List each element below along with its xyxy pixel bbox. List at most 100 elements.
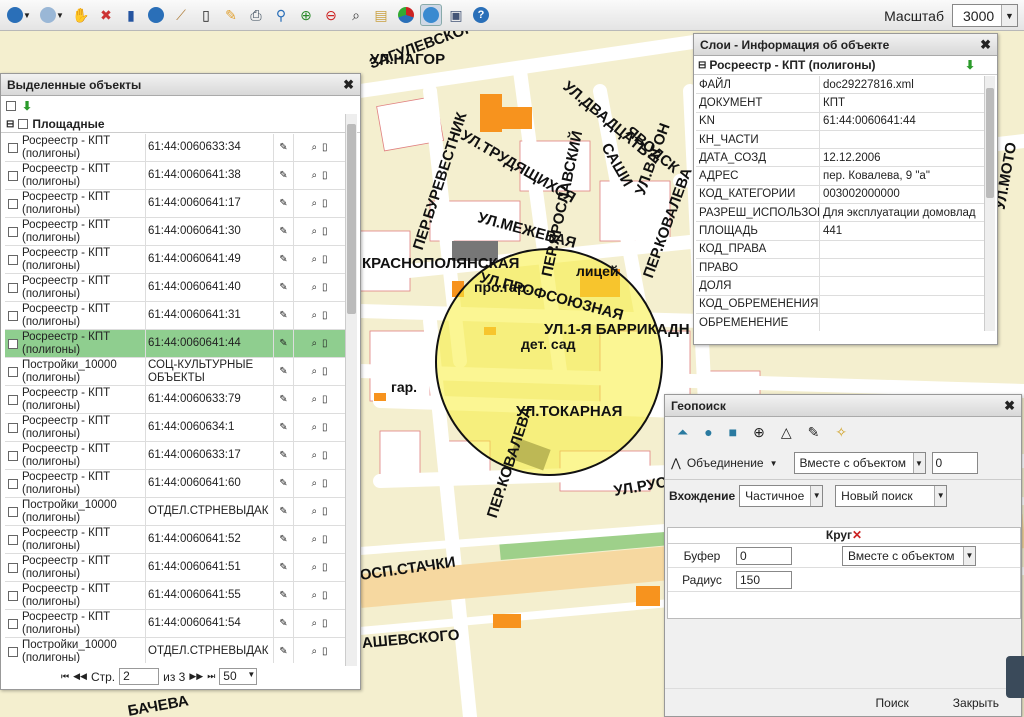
zoom-out-icon[interactable]: ⊖ [320, 4, 342, 26]
table-row[interactable]: Росреестр - КПТ (полигоны) 61:44:0060633:… [5, 442, 345, 470]
document-icon[interactable]: ▯ [322, 141, 328, 154]
zoom-icon[interactable]: ⌕ [311, 589, 317, 602]
zoom-icon[interactable]: ⌕ [311, 449, 317, 462]
edit-icon[interactable]: ✎ [274, 414, 294, 441]
edit-icon[interactable]: ✎ [274, 246, 294, 273]
last-page-icon[interactable]: ⏭ [207, 671, 215, 682]
document-icon[interactable]: ▯ [322, 169, 328, 182]
zoom-icon[interactable]: ⌕ [311, 309, 317, 322]
buffer-input[interactable]: 0 [736, 546, 792, 565]
radius-input[interactable]: 150 [736, 570, 792, 589]
forward-icon[interactable]: ▼ [37, 4, 67, 26]
edit-icon[interactable]: ✎ [274, 162, 294, 189]
group-checkbox[interactable] [18, 119, 29, 129]
remove-icon[interactable]: ✕ [852, 528, 862, 542]
chevron-down-icon[interactable]: ▼ [770, 459, 778, 468]
row-checkbox[interactable] [7, 366, 18, 377]
document-icon[interactable]: ▯ [322, 477, 328, 490]
close-icon[interactable]: ✖ [343, 77, 354, 93]
edit-icon[interactable]: ✎ [274, 134, 294, 161]
collapse-icon[interactable]: ⊟ [6, 119, 14, 130]
table-row[interactable]: Росреестр - КПТ (полигоны) 61:44:0060641:… [5, 302, 345, 330]
pencil-icon[interactable]: ✎ [220, 4, 242, 26]
edit-icon[interactable]: ✎ [274, 190, 294, 217]
table-row[interactable]: Росреестр - КПТ (полигоны) 61:44:0060641:… [5, 274, 345, 302]
edit-icon[interactable]: ✎ [274, 610, 294, 637]
document-icon[interactable]: ▯ [322, 421, 328, 434]
table-row[interactable]: Росреестр - КПТ (полигоны) 61:44:0060634:… [5, 414, 345, 442]
mobile-icon[interactable]: ▯ [195, 4, 217, 26]
document-icon[interactable]: ▯ [322, 253, 328, 266]
close-icon[interactable]: ✖ [980, 37, 991, 53]
row-checkbox[interactable] [7, 618, 18, 629]
table-row[interactable]: Росреестр - КПТ (полигоны) 61:44:0060633:… [5, 386, 345, 414]
scrollbar[interactable] [345, 114, 357, 666]
edit-icon[interactable]: ✎ [274, 386, 294, 413]
row-checkbox[interactable] [7, 226, 18, 237]
edit-icon[interactable]: ✎ [274, 330, 294, 357]
document-icon[interactable]: ▯ [322, 533, 328, 546]
search-mode-select[interactable]: Новый поиск ▼ [835, 484, 948, 507]
scale-select[interactable]: 3000 ▼ [952, 4, 1018, 27]
row-checkbox[interactable] [7, 534, 18, 545]
document-icon[interactable]: ▯ [322, 449, 328, 462]
union-value-input[interactable]: 0 [931, 452, 978, 474]
next-page-icon[interactable]: ▶▶ [189, 671, 203, 682]
row-checkbox[interactable] [7, 562, 18, 573]
group-row[interactable]: ⊟ Площадные [1, 116, 360, 133]
edit-icon[interactable]: ✎ [274, 554, 294, 581]
zoom-icon[interactable]: ⌕ [311, 477, 317, 490]
zoom-icon[interactable]: ⌕ [311, 169, 317, 182]
document-icon[interactable]: ▯ [322, 337, 328, 350]
row-checkbox[interactable] [7, 590, 18, 601]
location-pin-icon[interactable]: ⚲ [270, 4, 292, 26]
layers-icon[interactable]: ▮ [120, 4, 142, 26]
edit-icon[interactable]: ✎ [274, 526, 294, 553]
edit-icon[interactable]: ✎ [274, 582, 294, 609]
row-checkbox[interactable] [7, 338, 18, 349]
collapse-icon[interactable]: ⊟ [698, 60, 706, 71]
zoom-icon[interactable]: ⌕ [311, 505, 317, 518]
table-row[interactable]: Росреестр - КПТ (полигоны) 61:44:0060641:… [5, 330, 345, 358]
export-icon[interactable]: ⬇ [965, 58, 975, 72]
edit-icon[interactable]: ✎ [274, 470, 294, 497]
table-row[interactable]: Росреестр - КПТ (полигоны) 61:44:0060641:… [5, 470, 345, 498]
document-icon[interactable]: ▯ [322, 197, 328, 210]
image-icon[interactable]: ▣ [445, 4, 467, 26]
document-icon[interactable]: ▯ [322, 393, 328, 406]
table-row[interactable]: Росреестр - КПТ (полигоны) 61:44:0060641:… [5, 190, 345, 218]
document-icon[interactable]: ▯ [322, 281, 328, 294]
edit-icon[interactable]: ✎ [274, 302, 294, 329]
zoom-icon[interactable]: ⌕ [311, 421, 317, 434]
edit-icon[interactable]: ✎ [274, 442, 294, 469]
union-mode-select[interactable]: Вместе с объектом ▼ [793, 452, 926, 474]
back-icon[interactable]: ▼ [4, 4, 34, 26]
table-row[interactable]: Росреестр - КПТ (полигоны) 61:44:0060641:… [5, 246, 345, 274]
table-row[interactable]: Росреестр - КПТ (полигоны) 61:44:0060641:… [5, 554, 345, 582]
document-icon[interactable]: ▯ [322, 225, 328, 238]
row-checkbox[interactable] [7, 310, 18, 321]
table-row[interactable]: Росреестр - КПТ (полигоны) 61:44:0060641:… [5, 582, 345, 610]
row-checkbox[interactable] [7, 478, 18, 489]
row-checkbox[interactable] [7, 422, 18, 433]
select-all-checkbox[interactable] [6, 101, 16, 111]
document-icon[interactable]: ▯ [322, 561, 328, 574]
zoom-icon[interactable]: ⌕ [311, 393, 317, 406]
zoom-icon[interactable]: ⌕ [311, 141, 317, 154]
clear-selection-icon[interactable]: ✖ [95, 4, 117, 26]
row-checkbox[interactable] [7, 198, 18, 209]
document-icon[interactable]: ▯ [322, 309, 328, 322]
chart-icon[interactable] [395, 4, 417, 26]
occurrence-select[interactable]: Частичное ▼ [739, 484, 824, 507]
hand-icon[interactable]: ✋ [70, 4, 92, 26]
table-row[interactable]: Росреестр - КПТ (полигоны) 61:44:0060641:… [5, 218, 345, 246]
document-icon[interactable]: ▯ [322, 645, 328, 658]
globe-icon[interactable] [420, 4, 442, 26]
document-icon[interactable]: ▯ [322, 505, 328, 518]
document-icon[interactable]: ▯ [322, 617, 328, 630]
zoom-extent-icon[interactable]: ⊕ [295, 4, 317, 26]
edit-icon[interactable]: ✎ [274, 218, 294, 245]
zoom-icon[interactable]: ⌕ [311, 533, 317, 546]
row-checkbox[interactable] [7, 450, 18, 461]
table-row[interactable]: Постройки_10000 (полигоны) ОТДЕЛ.СТРНЕВЫД… [5, 498, 345, 526]
